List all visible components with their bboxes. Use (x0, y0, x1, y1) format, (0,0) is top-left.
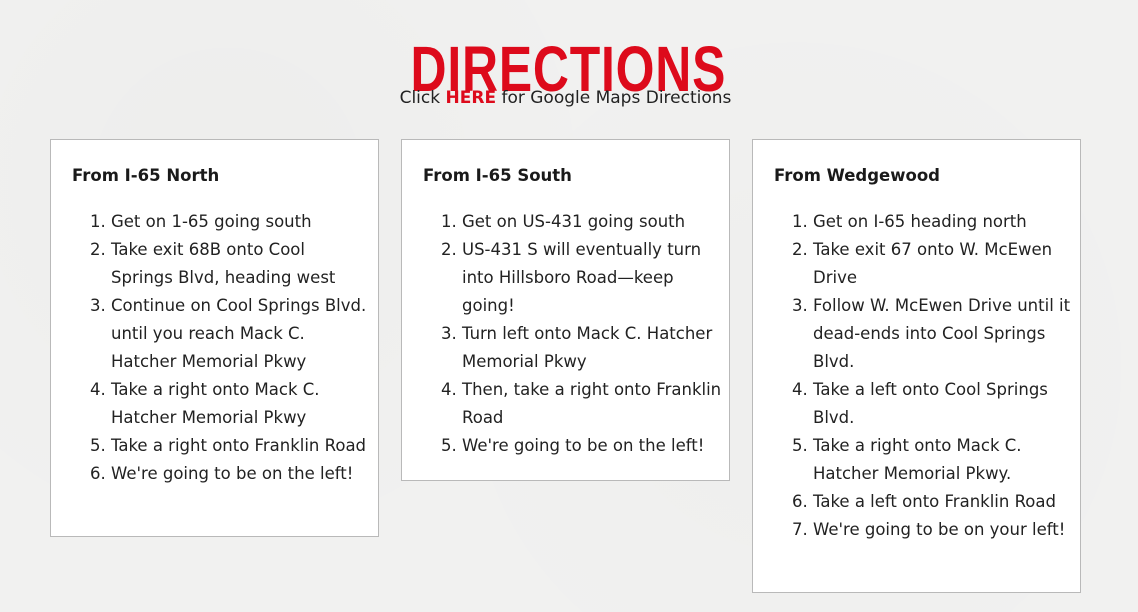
direction-step: Get on US-431 going south (462, 208, 722, 236)
direction-step: Follow W. McEwen Drive until it dead-end… (813, 292, 1075, 376)
direction-step: Continue on Cool Springs Blvd. until you… (111, 292, 371, 376)
direction-step: We're going to be on the left! (111, 460, 371, 488)
direction-step: Take a right onto Mack C. Hatcher Memori… (813, 432, 1075, 488)
direction-step: Get on 1-65 going south (111, 208, 371, 236)
direction-step: Take exit 68B onto Cool Springs Blvd, he… (111, 236, 371, 292)
subtitle-suffix: for Google Maps Directions (496, 88, 732, 108)
direction-step: Take exit 67 onto W. McEwen Drive (813, 236, 1075, 292)
subtitle-prefix: Click (399, 88, 446, 108)
google-maps-link[interactable]: HERE (446, 88, 497, 108)
direction-step: Take a left onto Cool Springs Blvd. (813, 376, 1075, 432)
direction-step: Then, take a right onto Franklin Road (462, 376, 722, 432)
directions-steps-list: Get on I-65 heading north Take exit 67 o… (753, 208, 1075, 544)
card-title: From I-65 South (423, 166, 572, 185)
card-title: From Wedgewood (774, 166, 940, 185)
direction-step: US-431 S will eventually turn into Hills… (462, 236, 722, 320)
directions-steps-list: Get on 1-65 going south Take exit 68B on… (51, 208, 371, 488)
direction-step: Get on I-65 heading north (813, 208, 1075, 236)
directions-card-i65-south: From I-65 South Get on US-431 going sout… (401, 139, 730, 481)
directions-steps-list: Get on US-431 going south US-431 S will … (402, 208, 722, 460)
directions-card-wedgewood: From Wedgewood Get on I-65 heading north… (752, 139, 1081, 593)
direction-step: We're going to be on your left! (813, 516, 1075, 544)
direction-step: Take a right onto Mack C. Hatcher Memori… (111, 376, 371, 432)
direction-step: We're going to be on the left! (462, 432, 722, 460)
direction-step: Take a right onto Franklin Road (111, 432, 371, 460)
google-maps-directions-line: Click HERE for Google Maps Directions (0, 86, 1131, 110)
directions-card-i65-north: From I-65 North Get on 1-65 going south … (50, 139, 379, 537)
direction-step: Take a left onto Franklin Road (813, 488, 1075, 516)
direction-step: Turn left onto Mack C. Hatcher Memorial … (462, 320, 722, 376)
card-title: From I-65 North (72, 166, 220, 185)
